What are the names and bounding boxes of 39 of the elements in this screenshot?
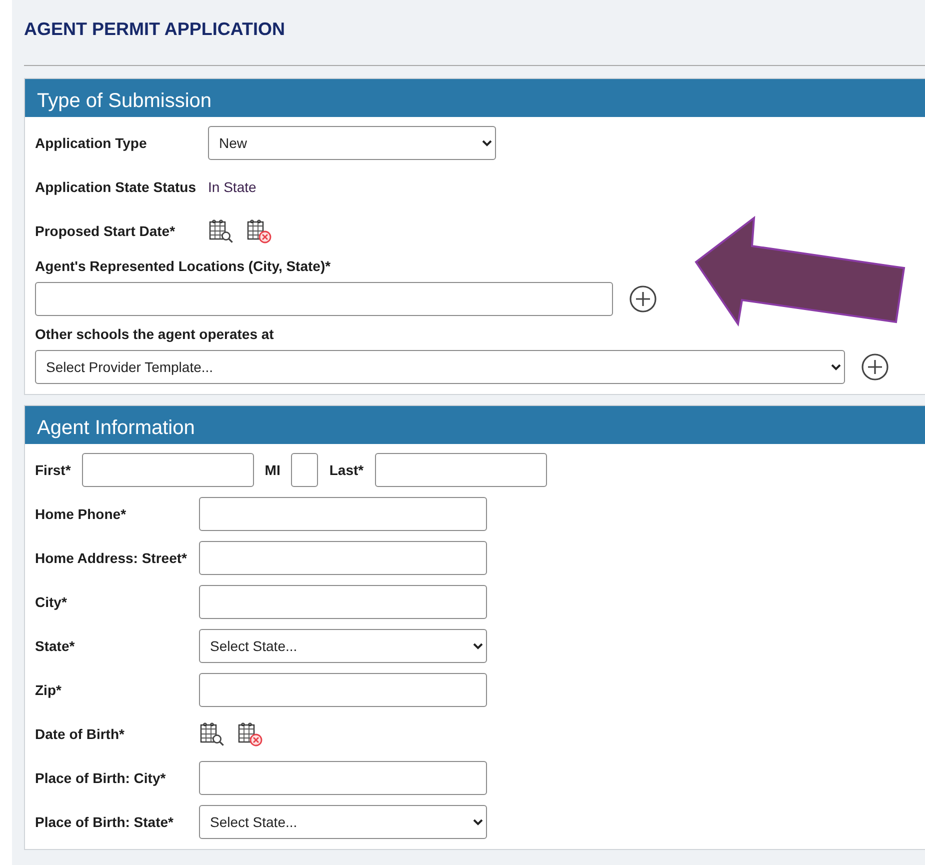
- dropdown[interactable]: New: [208, 126, 496, 160]
- field-label: Proposed Start Date*: [35, 223, 176, 239]
- input-field[interactable]: [198, 673, 487, 707]
- field-label: Place of Birth: City*: [35, 770, 166, 786]
- input-field[interactable]: [198, 585, 487, 619]
- field-value: In State: [208, 179, 256, 195]
- field-label: Other schools the agent operates at: [35, 326, 275, 342]
- field-label: Zip*: [35, 682, 62, 698]
- field-label: Agent's Represented Locations (City, State)*: [35, 258, 332, 274]
- dropdown[interactable]: Select State...: [198, 629, 487, 663]
- calendar-magnifier-icon[interactable]: [198, 721, 225, 747]
- calendar-magnifier-icon[interactable]: [208, 218, 234, 244]
- calendar-cross-icon[interactable]: [246, 218, 272, 244]
- section-header: Agent Information: [25, 406, 925, 444]
- add-button[interactable]: [861, 353, 889, 381]
- page-title: AGENT PERMIT APPLICATION: [24, 18, 285, 41]
- add-button[interactable]: [629, 285, 657, 313]
- field-label: Last*: [329, 462, 364, 478]
- field-label: Application Type: [35, 135, 147, 151]
- field-label: Home Address: Street*: [35, 550, 187, 566]
- input-field[interactable]: [198, 541, 487, 575]
- calendar-cross-icon[interactable]: [236, 721, 263, 747]
- field-label: MI: [264, 462, 280, 478]
- dropdown[interactable]: Select Provider Template...: [35, 350, 845, 384]
- field-label: City*: [35, 594, 67, 610]
- field-label: Date of Birth*: [35, 726, 124, 742]
- section-header: Type of Submission: [25, 79, 925, 117]
- field-label: Application State Status: [35, 179, 196, 195]
- field-label: State*: [35, 638, 75, 654]
- field-label: Home Phone*: [35, 506, 126, 522]
- input-field[interactable]: [82, 453, 254, 487]
- input-field[interactable]: [198, 497, 487, 531]
- field-label: First*: [35, 462, 71, 478]
- dropdown[interactable]: Select State...: [198, 805, 487, 839]
- input-field[interactable]: [291, 453, 318, 487]
- field-label: Place of Birth: State*: [35, 814, 174, 830]
- input-field[interactable]: [198, 761, 487, 795]
- input-field[interactable]: [35, 282, 613, 316]
- input-field[interactable]: [374, 453, 547, 487]
